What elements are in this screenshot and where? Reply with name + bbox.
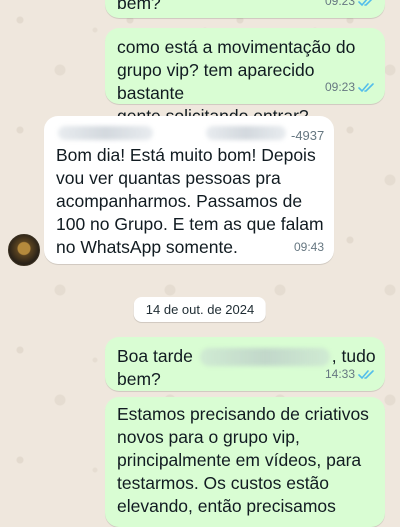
message-bubble-outgoing[interactable]: Estamos precisando de criativos novos pa… [105,397,385,527]
message-time: 14:33 [324,367,355,381]
redacted-sender-phone [206,126,286,140]
message-bubble-outgoing[interactable]: como está a movimentação do grupo vip? t… [105,28,385,126]
double-check-icon [358,83,374,93]
message-meta: 09:43 [294,236,324,259]
message-time: 09:43 [293,240,324,254]
message-text-part: Boa tarde [117,346,193,366]
redacted-sender-name [58,126,153,140]
message-time: 09:23 [324,80,355,94]
date-separator: 14 de out. de 2024 [133,297,267,322]
sender-phone-suffix: -4937 [291,128,325,143]
message-bubble-outgoing[interactable]: Boa tarde , tudo bem? 14:33 [105,337,385,391]
message-text: Estamos precisando de criativos novos pa… [117,404,369,516]
message-text: bem? [117,0,161,13]
sender-header: -4937 [56,124,324,144]
redacted-name [199,348,330,367]
message-meta: 09:23 [325,0,375,13]
message-bubble-outgoing[interactable]: bem? 09:23 [105,0,385,18]
message-time: 09:23 [324,0,355,8]
message-meta: 14:33 [325,363,375,386]
avatar[interactable] [8,234,40,266]
message-bubble-incoming[interactable]: -4937 Bom dia! Está muito bom! Depois vo… [44,116,334,264]
double-check-icon [358,370,374,380]
double-check-icon [358,0,373,7]
message-meta: 09:23 [325,76,375,99]
message-text: Bom dia! Está muito bom! Depois vou ver … [56,145,324,257]
